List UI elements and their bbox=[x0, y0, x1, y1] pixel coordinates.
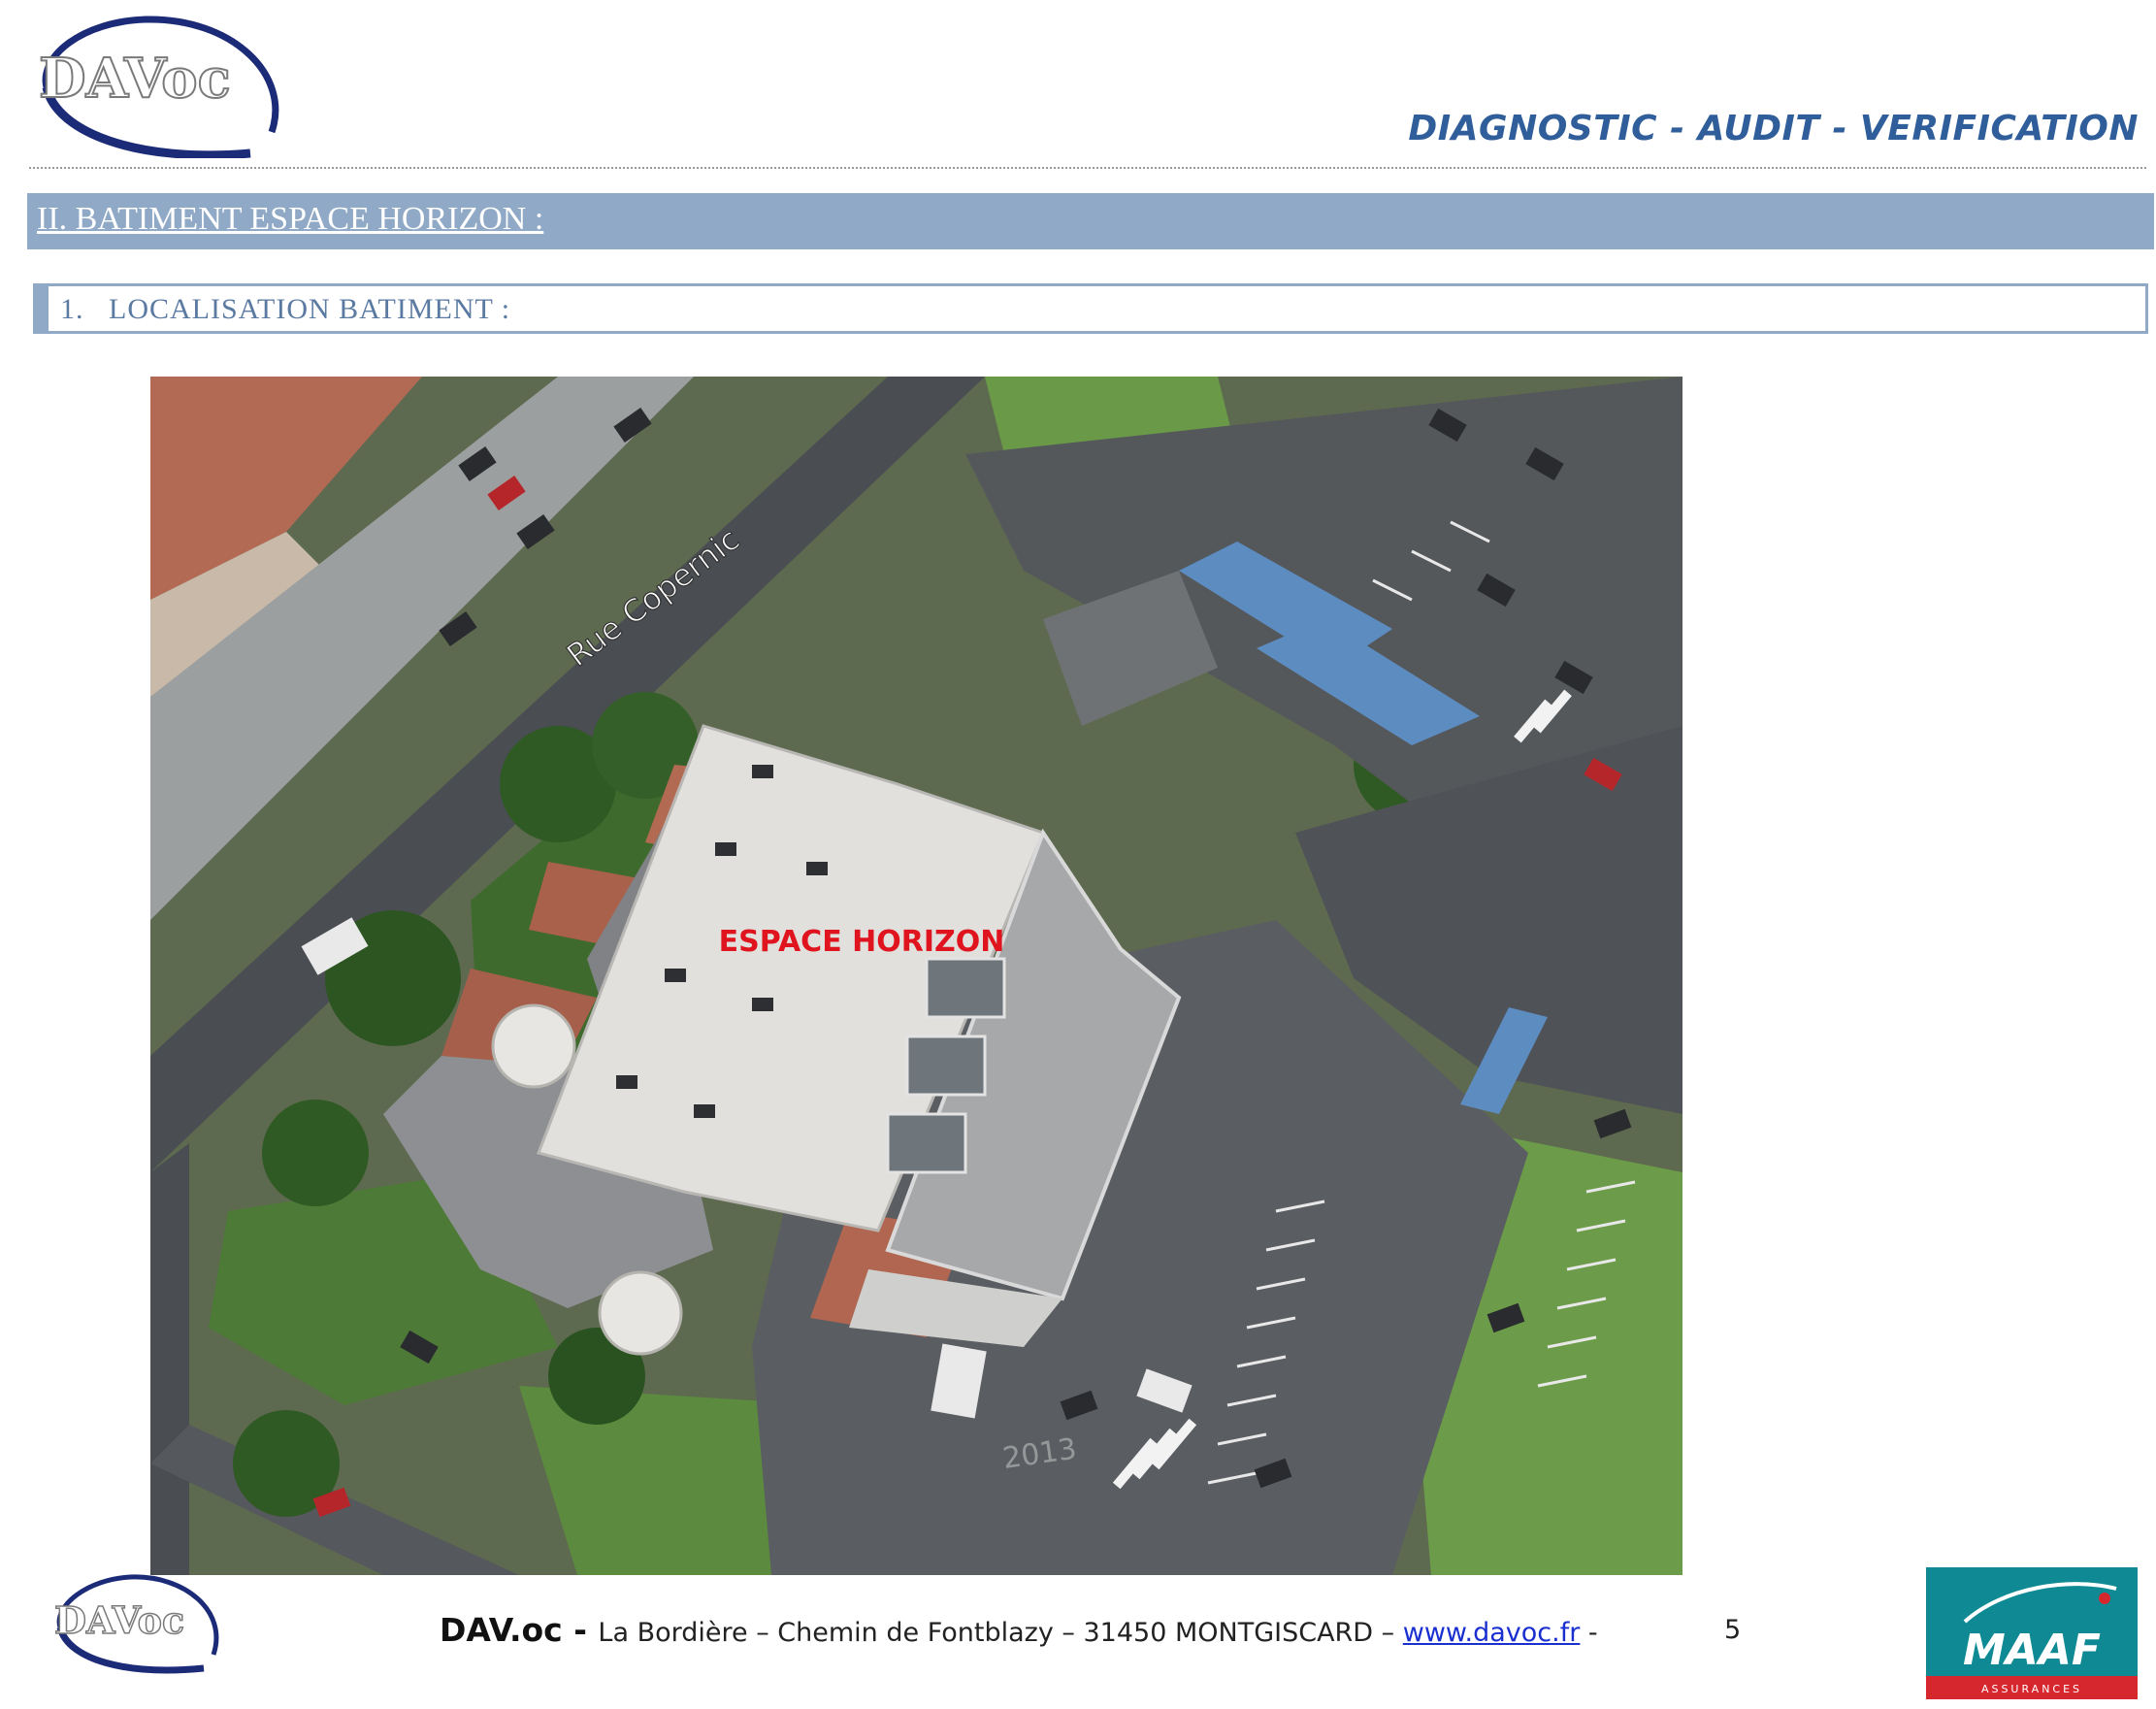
header-divider bbox=[29, 167, 2146, 169]
davoc-logo: DAVoc bbox=[29, 8, 301, 158]
building-label: ESPACE HORIZON bbox=[719, 925, 1005, 959]
maaf-logo: MAAF ASSURANCES bbox=[1926, 1567, 2138, 1699]
footer-trailing: - bbox=[1580, 1618, 1598, 1648]
footer-address: DAV.oc - La Bordière – Chemin de Fontbla… bbox=[440, 1611, 1598, 1649]
header-tagline: DIAGNOSTIC - AUDIT - VERIFICATION bbox=[1408, 109, 2139, 148]
footer-brand: DAV.oc - bbox=[440, 1611, 599, 1649]
subsection-heading-box: 1. LOCALISATION BATIMENT : bbox=[33, 283, 2148, 334]
section-title: II. BATIMENT ESPACE HORIZON : bbox=[37, 201, 544, 237]
svg-text:MAAF: MAAF bbox=[1963, 1626, 2101, 1675]
svg-text:DAVoc: DAVoc bbox=[54, 1598, 184, 1642]
svg-text:DAVoc: DAVoc bbox=[39, 47, 231, 111]
section-heading-bar: II. BATIMENT ESPACE HORIZON : bbox=[27, 193, 2154, 249]
svg-text:ASSURANCES: ASSURANCES bbox=[1981, 1683, 2082, 1695]
page-number: 5 bbox=[1724, 1615, 1742, 1645]
davoc-footer-logo: DAVoc bbox=[49, 1567, 233, 1674]
aerial-photo: Rue Copernic 2013 ESPACE HORIZON bbox=[150, 377, 1682, 1575]
footer-address-text: La Bordière – Chemin de Fontblazy – 3145… bbox=[598, 1618, 1403, 1648]
website-link[interactable]: www.davoc.fr bbox=[1403, 1618, 1581, 1648]
subsection-title: 1. LOCALISATION BATIMENT : bbox=[60, 293, 511, 325]
